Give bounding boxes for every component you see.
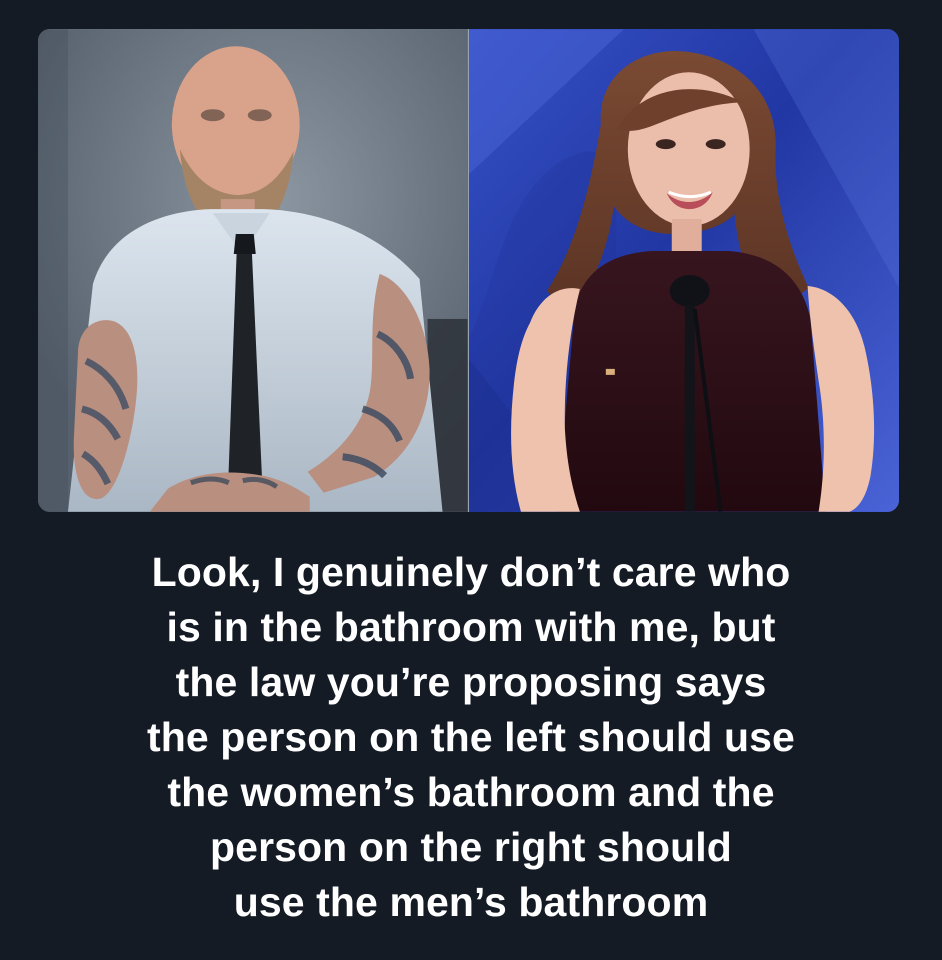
caption-line: the person on the left should use bbox=[147, 714, 795, 760]
left-person-photo bbox=[38, 29, 468, 512]
caption-line: is in the bathroom with me, but bbox=[166, 604, 776, 650]
bald-bearded-man-icon bbox=[38, 29, 468, 512]
caption-line: person on the right should bbox=[210, 824, 732, 870]
caption-line: the women’s bathroom and the bbox=[167, 769, 775, 815]
meme-caption: Look, I genuinely don’t care who is in t… bbox=[20, 545, 922, 930]
caption-line: Look, I genuinely don’t care who bbox=[151, 549, 791, 595]
caption-line: the law you’re proposing says bbox=[175, 659, 767, 705]
caption-line: use the men’s bathroom bbox=[233, 879, 709, 925]
woman-at-microphone-icon bbox=[468, 29, 899, 512]
right-person-photo bbox=[467, 29, 899, 512]
meme-post: Look, I genuinely don’t care who is in t… bbox=[0, 0, 942, 960]
photo-comparison bbox=[38, 29, 899, 512]
